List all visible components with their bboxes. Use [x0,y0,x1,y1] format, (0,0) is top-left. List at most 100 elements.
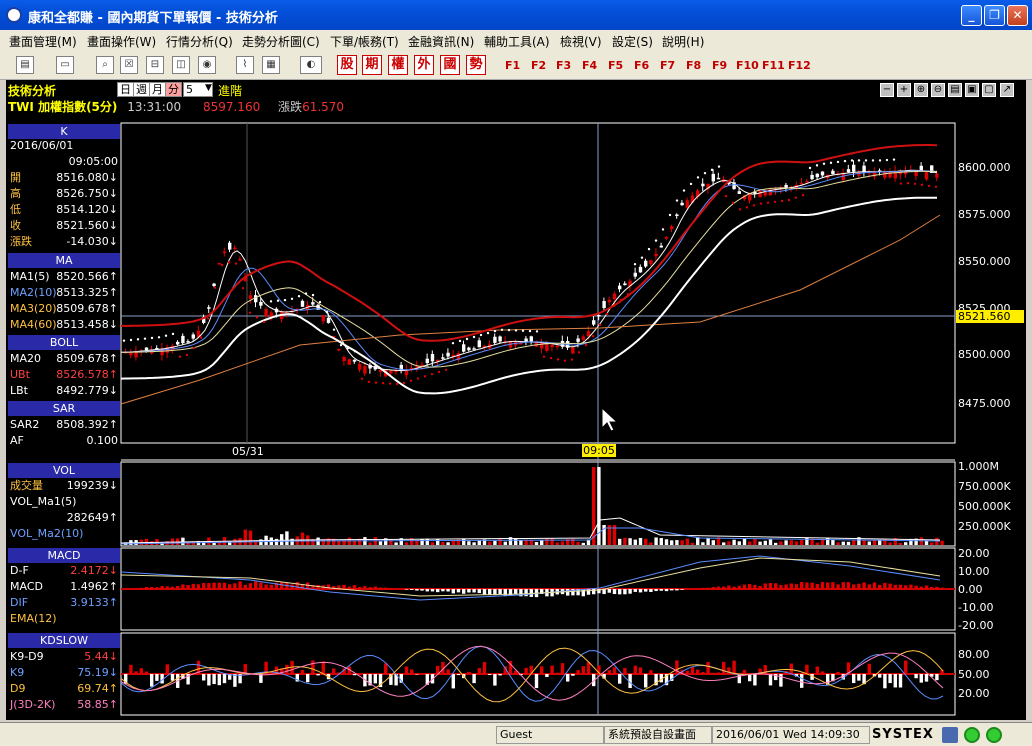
macd-tick: 0.00 [958,583,983,596]
chart-mark [430,354,435,362]
sar-dot [171,332,175,336]
chart-mark [623,667,627,675]
chart-mark [228,584,232,590]
chart-mark [836,671,840,675]
chart-mark [800,581,804,590]
chart-mark [581,666,585,675]
chart-mark [618,538,622,545]
sar-dot [752,204,756,207]
chart-mark [321,314,325,322]
sar-dot [199,336,203,339]
chart-mark [659,538,663,545]
chart-mark [852,539,856,545]
chart-mark [930,586,934,590]
chart-mark [841,582,845,590]
quote-status-icon [986,727,1002,743]
chart-mark [924,674,929,682]
chart-mark [571,347,575,354]
chart-mark [597,315,601,317]
sar-dot [913,182,917,185]
sar-dot [220,263,224,267]
chart-mark [441,541,445,545]
chart-mark [675,660,679,675]
chart-mark [477,540,481,545]
sar-dot [213,286,217,289]
chart-mark [285,664,289,675]
chart-mark [664,589,669,592]
sar-dot [626,293,630,296]
chart-mark [904,660,908,675]
chart-mark [883,171,887,178]
chart-mark [919,674,923,683]
sar-dot [542,355,546,358]
sar-dot [283,298,287,302]
chart-mark [727,585,731,590]
chart-mark [711,672,715,675]
chart-mark [815,542,819,545]
chart-mark [150,586,154,590]
sar-dot [808,166,812,170]
chart-mark [862,540,866,545]
chart-mark [389,587,393,590]
sar-dot [234,262,238,265]
sar-dot [150,336,154,340]
sar-dot [857,159,861,162]
sar-dot [493,329,497,333]
sar-dot [878,159,882,162]
chart-mark [675,589,679,591]
chart-mark [176,586,180,590]
chart-mark [404,589,409,590]
sar-dot [164,334,168,337]
chart-mark [139,587,143,590]
chart-mark [716,177,721,180]
chart-mark [815,173,819,178]
chart-mark [836,584,840,590]
sar-dot [339,343,343,347]
chart-mark [545,343,549,351]
chart-mark [446,542,450,545]
chart-mark [732,586,736,590]
chart-mark [706,538,710,545]
chart-mark [389,370,393,374]
chart-mark [534,674,539,689]
sar-dot [381,381,385,385]
chart-mark [347,359,351,365]
chart-mark [160,586,164,590]
chart-mark [404,666,409,675]
chart-mark [134,588,138,590]
chart-mark [867,541,871,545]
chart-mark [690,667,695,675]
chart-mark [883,674,887,689]
chart-mark [670,589,674,591]
sar-dot [794,196,798,199]
chart-mark [212,674,216,685]
sar-dot [738,208,742,211]
chart-mark [768,539,773,545]
chart-mark [623,589,627,595]
connection-status-icon [964,727,980,743]
kd-tick: 50.00 [958,668,990,681]
chart-mark [233,247,237,250]
chart-mark [711,173,715,182]
sar-dot [843,159,847,163]
chart-mark [846,582,851,590]
chart-mark [737,585,741,590]
chart-mark [852,164,856,172]
vol-tick: 500.000K [958,500,1011,513]
chart-mark [831,582,835,590]
chart-mark [384,663,388,675]
chart-mark [826,582,830,590]
chart-mark [472,589,476,593]
chart-mark [748,541,752,545]
chart-mark [326,317,331,323]
chart-mark [742,669,747,675]
chart-mark [462,589,466,594]
chart-mark [935,586,939,590]
chart-mark [259,582,263,590]
sar-dot [353,350,357,353]
chart-mark [701,183,705,187]
chart-mark [644,260,648,267]
chart-mark [742,584,747,590]
chart-mark [857,583,861,590]
chart-mark [737,674,741,684]
